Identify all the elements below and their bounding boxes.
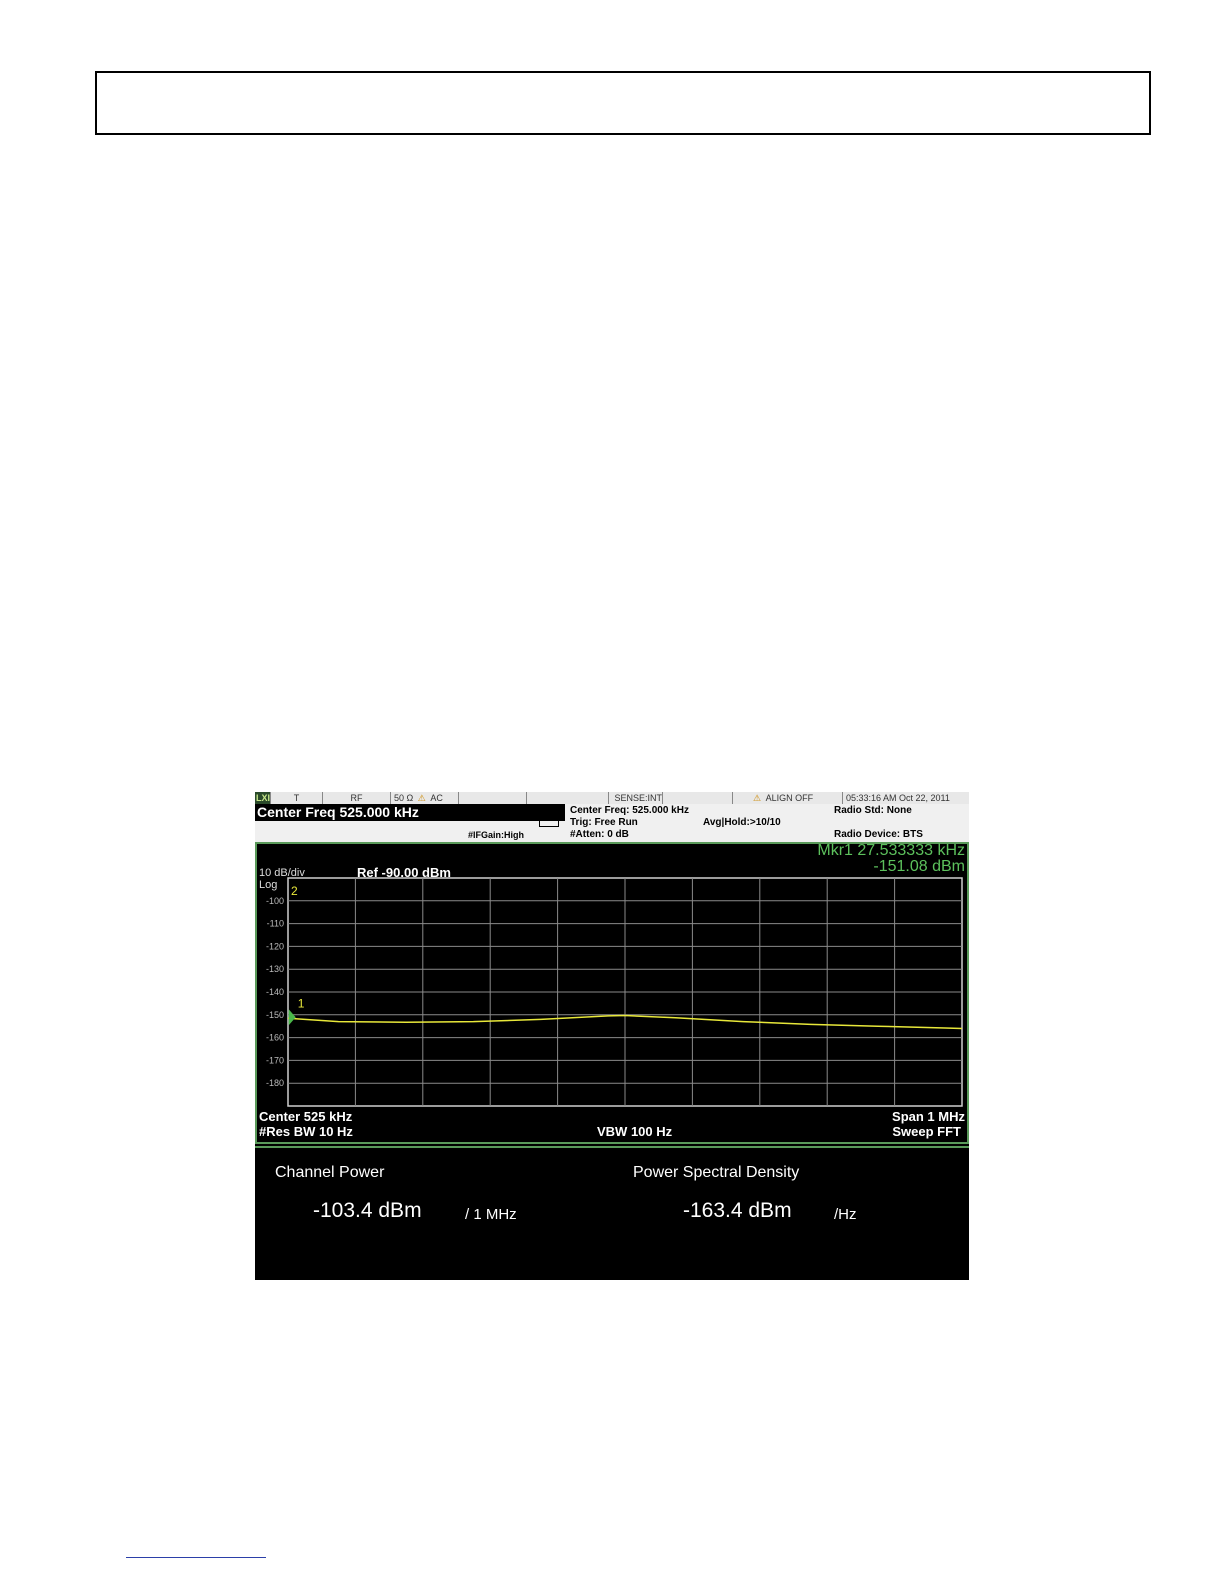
radio-device-setting: Radio Device: BTS	[834, 829, 923, 840]
y-tick-label: -130	[266, 964, 284, 974]
header-box	[95, 71, 1151, 135]
channel-power-label: Channel Power	[275, 1164, 385, 1181]
status-cell-empty-2	[527, 792, 609, 804]
trace-display: 10 dB/div Log Ref -90.00 dBm Mkr1 27.533…	[255, 842, 969, 1144]
attenuation-setting: #Atten: 0 dB	[570, 829, 629, 840]
grid	[287, 877, 963, 1107]
psd-label: Power Spectral Density	[633, 1164, 800, 1181]
y-tick-label: -170	[266, 1055, 284, 1065]
input-icon	[539, 818, 559, 827]
avg-hold-setting: Avg|Hold:>10/10	[703, 817, 781, 828]
lxi-badge: LXI	[255, 792, 271, 804]
align-status: ALIGN OFF	[765, 793, 814, 803]
vbw-label: VBW 100 Hz	[597, 1124, 673, 1139]
center-frequency-label: Center 525 kHz	[259, 1109, 353, 1124]
status-cell-empty-3	[663, 792, 733, 804]
psd-value: -163.4 dBm	[683, 1199, 792, 1222]
trigger-indicator: T	[271, 792, 323, 804]
res-bw-label: #Res BW 10 Hz	[259, 1124, 353, 1139]
info-bar: Center Freq 525.000 kHz #IFGain:High Cen…	[255, 804, 969, 842]
y-tick-label: -120	[266, 941, 284, 951]
marker-1-label: 1	[298, 996, 305, 1010]
y-tick-label: -110	[267, 919, 284, 929]
spectrum-analyzer-screenshot: LXI T RF 50 Ω ⚠ AC SENSE:INT ⚠ ALIGN OFF…	[255, 792, 969, 1280]
spectrum-chart: -100 -110 -120 -130 -140 -150 -160 -170 -180 1 2	[266, 877, 963, 1107]
radio-std-setting: Radio Std: None	[834, 805, 912, 816]
timestamp: 05:33:16 AM Oct 22, 2011	[846, 793, 950, 803]
channel-power-unit: / 1 MHz	[465, 1206, 517, 1223]
impedance-value: 50 Ω	[394, 793, 414, 803]
warning-icon: ⚠	[417, 793, 426, 803]
y-tick-label: -150	[266, 1010, 284, 1020]
footer-link-underline	[126, 1557, 266, 1558]
rf-indicator: RF	[323, 792, 391, 804]
y-tick-label: -100	[266, 896, 284, 906]
y-tick-labels: -100 -110 -120 -130 -140 -150 -160 -170 -180	[266, 896, 284, 1088]
coupling-value: AC	[430, 793, 443, 803]
impedance-indicator: 50 Ω ⚠ AC	[391, 792, 459, 804]
channel-power-value: -103.4 dBm	[313, 1199, 422, 1222]
y-tick-label: -180	[266, 1078, 284, 1088]
marker-layer: 1	[288, 996, 305, 1026]
center-freq-setting: Center Freq: 525.000 kHz	[570, 805, 689, 816]
status-cell-empty-1	[459, 792, 527, 804]
y-tick-label: -160	[266, 1033, 284, 1043]
trigger-setting: Trig: Free Run	[570, 817, 638, 828]
sweep-label: Sweep FFT	[892, 1124, 961, 1139]
psd-unit: /Hz	[834, 1206, 857, 1223]
align-indicator: ⚠ ALIGN OFF	[733, 792, 843, 804]
align-warning-icon: ⚠	[753, 793, 762, 803]
y-tick-label: -140	[266, 987, 284, 997]
center-freq-title: Center Freq 525.000 kHz	[255, 804, 565, 821]
if-gain-label: #IFGain:High	[468, 830, 524, 840]
span-label: Span 1 MHz	[892, 1109, 965, 1124]
measurement-results: Channel Power -103.4 dBm / 1 MHz Power S…	[255, 1146, 969, 1280]
marker-1-diamond	[288, 1009, 296, 1026]
marker-2-label: 2	[291, 884, 298, 898]
sense-indicator: SENSE:INT	[609, 792, 663, 804]
